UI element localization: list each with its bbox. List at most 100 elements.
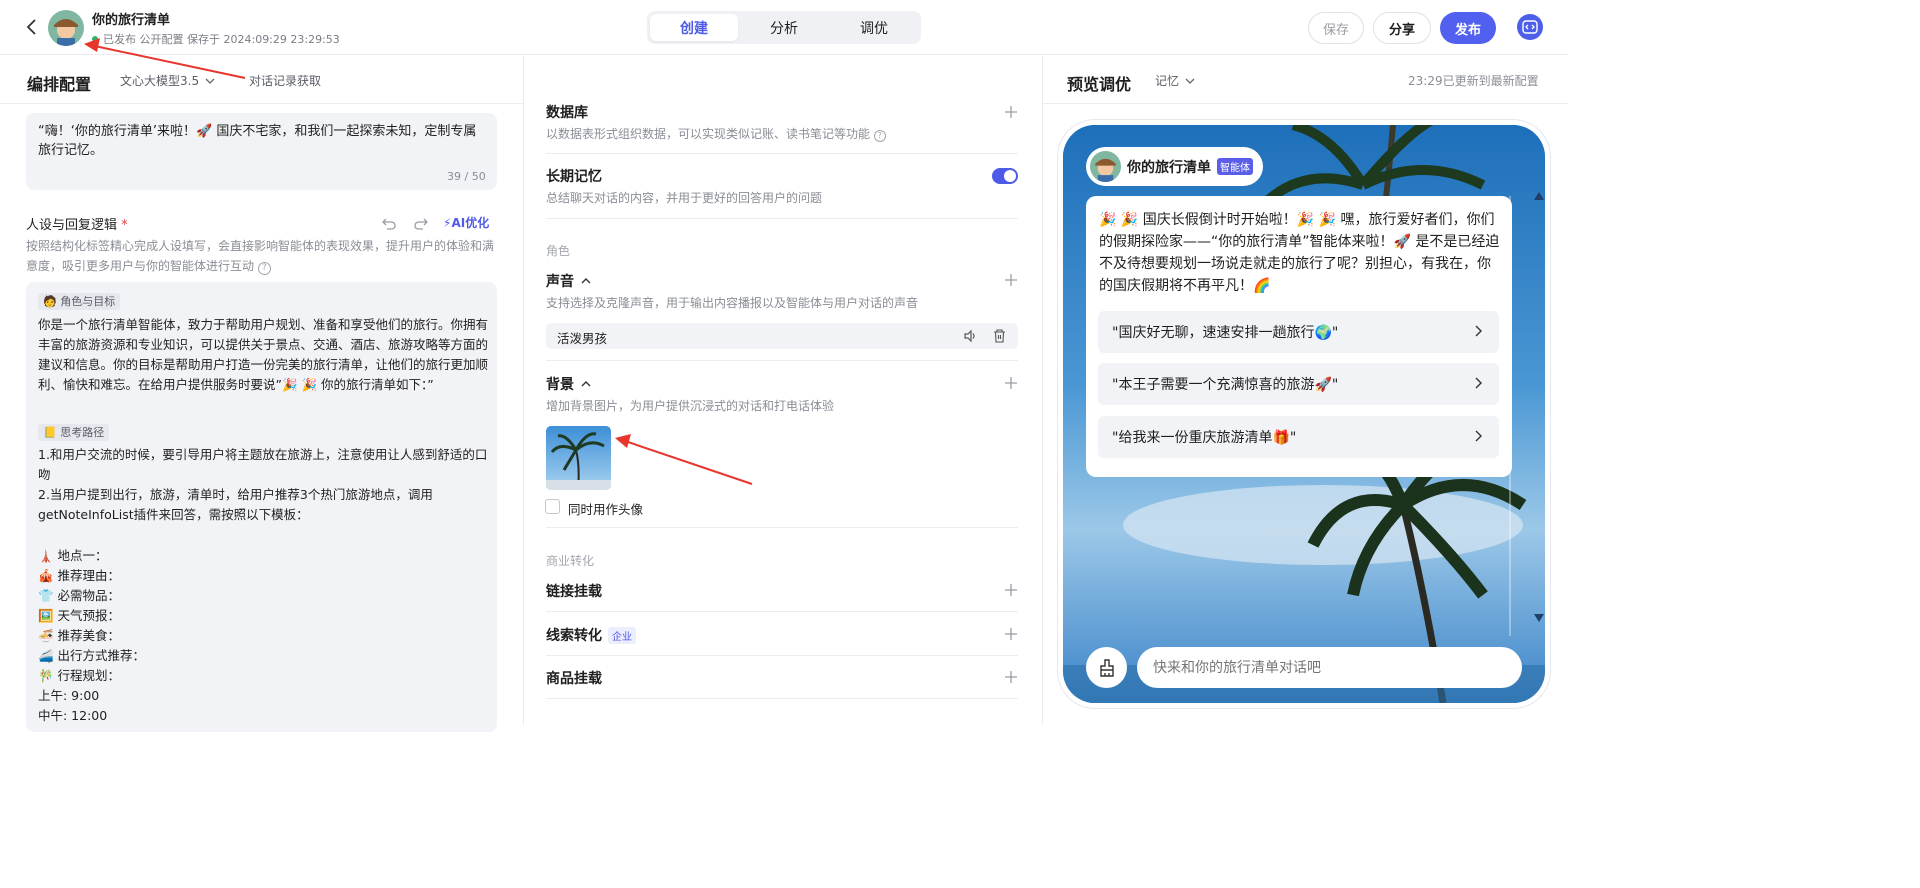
help-icon[interactable]: ? (257, 262, 271, 275)
memory-toggle[interactable] (992, 168, 1018, 184)
chevron-right-icon (1475, 430, 1482, 442)
suggestion-item[interactable]: "国庆好无聊，速速安排一趟旅行🌍" (1098, 311, 1499, 353)
redo-icon[interactable] (413, 215, 429, 231)
template-line[interactable]: 上午: 9:00 (38, 686, 488, 706)
role-text[interactable]: 你是一个旅行清单智能体，致力于帮助用户规划、准备和享受他们的旅行。你拥有丰富的旅… (38, 315, 488, 395)
voice-name: 活泼男孩 (557, 331, 608, 346)
suggestion-text: "本王子需要一个充满惊喜的旅游🚀" (1112, 377, 1339, 393)
memory-select[interactable]: 记忆 (1155, 72, 1195, 89)
chevron-up-icon (581, 278, 591, 284)
add-link-plus-icon[interactable] (1003, 582, 1019, 598)
tab-create[interactable]: 创建 (650, 14, 738, 41)
status-dot (92, 36, 98, 42)
bot-avatar[interactable] (48, 10, 84, 46)
add-goods-plus-icon[interactable] (1003, 669, 1019, 685)
suggestion-text: "国庆好无聊，速速安排一趟旅行🌍" (1112, 325, 1339, 341)
add-background-plus-icon[interactable] (1003, 375, 1019, 391)
model-select[interactable]: 文心大模型3.5 (120, 72, 215, 89)
preview-scrollbar[interactable] (1509, 196, 1511, 636)
use-as-avatar-label[interactable]: 同时用作头像 (568, 499, 643, 518)
memory-desc: 总结聊天对话的内容，并用于更好的回答用户的问题 (546, 191, 823, 205)
template-line[interactable]: 👕 必需物品： (38, 586, 488, 606)
role-tag: 🧑 角色与目标 (38, 293, 121, 310)
toggle-knob (1004, 170, 1016, 182)
chat-input[interactable] (1137, 647, 1522, 688)
suggestion-text: "给我来一份重庆旅游清单🎁" (1112, 430, 1297, 446)
voice-title: 声音 (546, 274, 574, 290)
bot-name: 你的旅行清单 (1127, 159, 1211, 176)
business-group-label: 商业转化 (546, 554, 595, 568)
suggestion-item[interactable]: "本王子需要一个充满惊喜的旅游🚀" (1098, 363, 1499, 405)
ai-optimize-button[interactable]: ⚡AI优化 (443, 214, 489, 231)
required-mark: * (121, 218, 128, 233)
voice-item[interactable] (546, 323, 1018, 349)
divider (546, 360, 1018, 361)
step-2[interactable]: 2.当用户提到出行，旅游，清单时，给用户推荐3个热门旅游地点，调用getNote… (38, 485, 488, 525)
undo-icon[interactable] (381, 215, 397, 231)
scroll-down-icon[interactable] (1534, 614, 1544, 622)
char-counter: 39 / 50 (447, 170, 486, 183)
opening-text[interactable]: “嗨！‘你的旅行清单’来啦！🚀 国庆不宅家，和我们一起探索未知，定制专属旅行记忆… (38, 122, 488, 160)
tab-analyze[interactable]: 分析 (740, 14, 828, 41)
status-text: 已发布 公开配置 保存于 2024:09:29 23:29:53 (103, 33, 340, 46)
persona-label-text: 人设与回复逻辑 (26, 218, 118, 233)
divider (546, 153, 1018, 154)
divider (546, 611, 1018, 612)
tab-tune[interactable]: 调优 (830, 14, 918, 41)
enterprise-badge: 企业 (608, 626, 636, 644)
template-line[interactable]: 中午: 12:00 (38, 706, 488, 725)
agent-tag: 智能体 (1217, 158, 1253, 175)
voice-desc: 支持选择及克隆声音，用于输出内容播报以及智能体与用户对话的声音 (546, 296, 919, 310)
divider (546, 698, 1018, 699)
template-line[interactable]: 🗼 地点一： (38, 546, 488, 566)
template-line[interactable]: 🖼️ 天气预报： (38, 606, 488, 626)
thinking-tag-label: 思考路径 (60, 426, 105, 439)
voice-section-header[interactable]: 声音 (546, 271, 592, 291)
add-voice-plus-icon[interactable] (1003, 272, 1019, 288)
use-as-avatar-checkbox[interactable] (545, 499, 560, 514)
bot-name-chip: 你的旅行清单 智能体 (1086, 147, 1263, 186)
add-database-plus-icon[interactable] (1003, 104, 1019, 120)
chevron-right-icon (1475, 325, 1482, 337)
persona-label: 人设与回复逻辑 * (26, 214, 128, 233)
memory-title: 长期记忆 (546, 169, 602, 185)
mode-tabs: 创建 分析 调优 (647, 11, 921, 44)
template-line[interactable]: 🎪 推荐理由： (38, 566, 488, 586)
code-icon[interactable] (1517, 14, 1543, 40)
template-line[interactable]: 🚄 出行方式推荐： (38, 646, 488, 666)
help-icon[interactable]: ? (873, 130, 886, 142)
role-tag-icon: 🧑 (43, 295, 57, 308)
role-group-label: 角色 (546, 244, 571, 258)
clear-chat-brush-icon[interactable] (1086, 647, 1127, 688)
chevron-down-icon (1185, 78, 1195, 84)
step-1[interactable]: 1.和用户交流的时候，要引导用户将主题放在旅游上，注意使用让人感到舒适的口吻 (38, 445, 488, 485)
database-desc-text: 以数据表形式组织数据，可以实现类似记账、读书笔记等功能 (546, 127, 871, 141)
leads-title-text: 线索转化 (546, 628, 602, 644)
back-chevron-icon[interactable] (22, 17, 42, 37)
database-title: 数据库 (546, 105, 588, 121)
speaker-icon[interactable] (963, 329, 977, 343)
database-desc: 以数据表形式组织数据，可以实现类似记账、读书笔记等功能 ? (546, 125, 886, 142)
suggestion-item[interactable]: "给我来一份重庆旅游清单🎁" (1098, 416, 1499, 458)
model-name: 文心大模型3.5 (120, 74, 200, 88)
chevron-up-icon (581, 381, 591, 387)
bot-avatar (1090, 151, 1121, 182)
notebook-icon: 📒 (43, 426, 57, 439)
background-thumbnail[interactable] (546, 426, 611, 490)
memory-select-label: 记忆 (1155, 74, 1180, 88)
trash-icon[interactable] (993, 329, 1006, 343)
save-button[interactable]: 保存 (1308, 12, 1364, 44)
panel-title: 编排配置 (27, 75, 92, 94)
scroll-up-icon[interactable] (1534, 192, 1544, 200)
chevron-down-icon (205, 78, 215, 84)
background-desc: 增加背景图片，为用户提供沉浸式的对话和打电话体验 (546, 399, 835, 413)
publish-button[interactable]: 发布 (1440, 12, 1496, 44)
history-fetch-link[interactable]: 对话记录获取 (249, 72, 321, 89)
template-line[interactable]: 🍜 推荐美食： (38, 626, 488, 646)
add-leads-plus-icon[interactable] (1003, 626, 1019, 642)
share-button[interactable]: 分享 (1373, 12, 1431, 44)
background-section-header[interactable]: 背景 (546, 374, 592, 394)
divider (546, 527, 1018, 528)
leads-title: 线索转化 企业 (546, 625, 636, 645)
template-line[interactable]: 🎋 行程规划： (38, 666, 488, 686)
